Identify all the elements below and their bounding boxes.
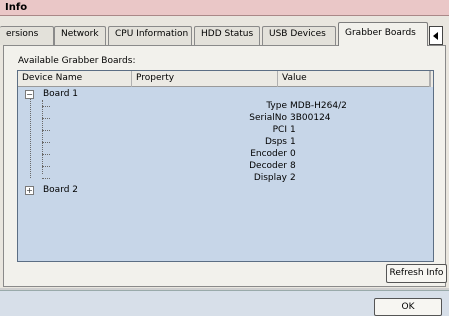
- chevron-left-icon: [433, 31, 438, 40]
- tab-grabber-boards[interactable]: Grabber Boards: [338, 22, 428, 46]
- property-row-display[interactable]: Display 2: [18, 173, 433, 184]
- refresh-info-button[interactable]: Refresh Info: [386, 264, 447, 283]
- property-row-decoder[interactable]: Decoder 8: [18, 161, 433, 172]
- property-value: 0: [290, 149, 296, 159]
- property-value: 2: [290, 173, 296, 183]
- property-name: Dsps: [264, 137, 287, 147]
- tab-label: Grabber Boards: [345, 28, 416, 38]
- tree-connector: [42, 178, 50, 179]
- ok-button[interactable]: OK: [374, 298, 442, 316]
- column-label: Value: [282, 73, 307, 83]
- property-name: Display: [253, 173, 287, 183]
- property-row-dsps[interactable]: Dsps 1: [18, 137, 433, 148]
- available-boards-label: Available Grabber Boards:: [18, 56, 136, 66]
- property-row-type[interactable]: Type MDB-H264/2: [18, 101, 433, 112]
- tab-versions[interactable]: ersions: [0, 26, 54, 45]
- window-title: Info: [5, 2, 28, 13]
- tab-label: HDD Status: [201, 29, 254, 39]
- header-filler: [430, 71, 433, 87]
- boards-tree-list[interactable]: Device Name Property Value − Board 1 Typ…: [17, 70, 434, 262]
- tree-connector: [42, 106, 50, 107]
- tab-network[interactable]: Network: [54, 26, 106, 45]
- list-header: Device Name Property Value: [18, 71, 433, 87]
- property-name: Decoder: [249, 161, 287, 171]
- column-header-device-name[interactable]: Device Name: [18, 71, 132, 87]
- dialog-footer: OK: [0, 290, 449, 316]
- title-bar[interactable]: Info: [0, 0, 449, 16]
- board-name: Board 2: [43, 185, 79, 195]
- property-name: SerialNo: [249, 113, 287, 123]
- property-row-pci[interactable]: PCI 1: [18, 125, 433, 136]
- tab-usb-devices[interactable]: USB Devices: [262, 26, 336, 45]
- tree-connector: [42, 166, 50, 167]
- grabber-boards-panel: Available Grabber Boards: Device Name Pr…: [3, 45, 447, 287]
- tree-connector: [42, 130, 50, 131]
- tab-label: CPU Information: [115, 29, 189, 39]
- column-label: Device Name: [22, 73, 83, 83]
- column-header-value[interactable]: Value: [278, 71, 430, 87]
- column-header-property[interactable]: Property: [132, 71, 278, 87]
- collapse-icon[interactable]: −: [25, 90, 34, 99]
- property-row-serialno[interactable]: SerialNo 3B00124: [18, 113, 433, 124]
- property-name: PCI: [272, 125, 287, 135]
- property-value: 1: [290, 137, 296, 147]
- property-name: Encoder: [250, 149, 287, 159]
- board-name: Board 1: [43, 89, 79, 99]
- property-row-encoder[interactable]: Encoder 0: [18, 149, 433, 160]
- tab-label: USB Devices: [269, 29, 326, 39]
- property-name: Type: [266, 101, 287, 111]
- property-value: MDB-H264/2: [290, 101, 347, 111]
- info-window: Info ersions Network CPU Information HDD…: [0, 0, 449, 316]
- property-value: 3B00124: [290, 113, 331, 123]
- tree-connector: [42, 154, 50, 155]
- property-value: 1: [290, 125, 296, 135]
- tab-hdd-status[interactable]: HDD Status: [194, 26, 260, 45]
- tree-row-board-2[interactable]: + Board 2: [18, 185, 433, 196]
- tab-bar: ersions Network CPU Information HDD Stat…: [0, 22, 449, 46]
- tree-connector: [42, 142, 50, 143]
- tab-label: Network: [61, 29, 99, 39]
- tab-scroll-left-button[interactable]: [429, 26, 443, 45]
- expand-icon[interactable]: +: [25, 186, 34, 195]
- column-label: Property: [136, 73, 175, 83]
- tab-label: ersions: [6, 29, 39, 39]
- property-value: 8: [290, 161, 296, 171]
- tree-connector: [42, 118, 50, 119]
- tree-row-board-1[interactable]: − Board 1: [18, 89, 433, 100]
- tab-cpu-information[interactable]: CPU Information: [108, 26, 192, 45]
